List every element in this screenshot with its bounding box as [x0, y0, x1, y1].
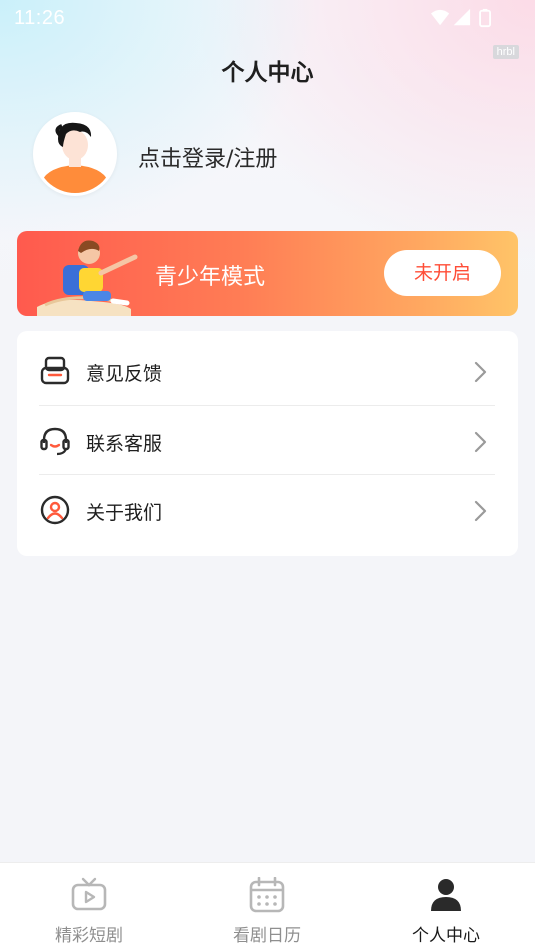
menu-item-feedback[interactable]: 意见反馈 [17, 336, 518, 405]
tab-personal-center[interactable]: 个人中心 [357, 863, 535, 951]
calendar-icon [249, 877, 285, 913]
chevron-right-icon [474, 361, 487, 383]
avatar[interactable] [33, 112, 117, 196]
headset-icon [40, 427, 70, 456]
signal-icon [453, 8, 471, 26]
bottom-tab-bar: 精彩短剧 看剧日历 个人中心 [0, 862, 535, 951]
status-bar: 11:26 hrbl [0, 0, 535, 59]
tab-short-dramas[interactable]: 精彩短剧 [0, 863, 178, 951]
user-circle-icon [40, 495, 70, 525]
menu-item-contact-service[interactable]: 联系客服 [17, 406, 518, 475]
person-icon [431, 879, 461, 911]
battery-icon [479, 8, 491, 28]
teen-mode-toggle-button[interactable]: 未开启 [384, 250, 501, 296]
feedback-icon [40, 356, 70, 385]
menu-item-about-us[interactable]: 关于我们 [17, 475, 518, 544]
menu-card: 意见反馈 联系客服 关于我们 [17, 331, 518, 556]
teen-mode-label: 青少年模式 [155, 265, 266, 290]
teen-mode-banner[interactable]: 青少年模式 未开启 [17, 231, 518, 316]
menu-label-about-us: 关于我们 [86, 502, 163, 524]
tv-play-icon [71, 877, 107, 911]
login-register-link[interactable]: 点击登录/注册 [138, 141, 277, 173]
tab-drama-calendar[interactable]: 看剧日历 [178, 863, 356, 951]
chevron-right-icon [474, 431, 487, 453]
page-title: 个人中心 [221, 60, 314, 86]
tab-label: 看剧日历 [233, 926, 301, 946]
menu-label-contact-service: 联系客服 [86, 433, 163, 455]
tab-label: 精彩短剧 [55, 926, 123, 946]
default-avatar-icon [36, 115, 114, 193]
chevron-right-icon [474, 500, 487, 522]
boy-illustration-icon [37, 240, 138, 316]
wifi-icon [431, 9, 450, 26]
tab-label: 个人中心 [412, 926, 480, 946]
status-time: 11:26 [14, 7, 66, 29]
menu-label-feedback: 意见反馈 [86, 363, 163, 385]
status-icons [431, 8, 491, 28]
